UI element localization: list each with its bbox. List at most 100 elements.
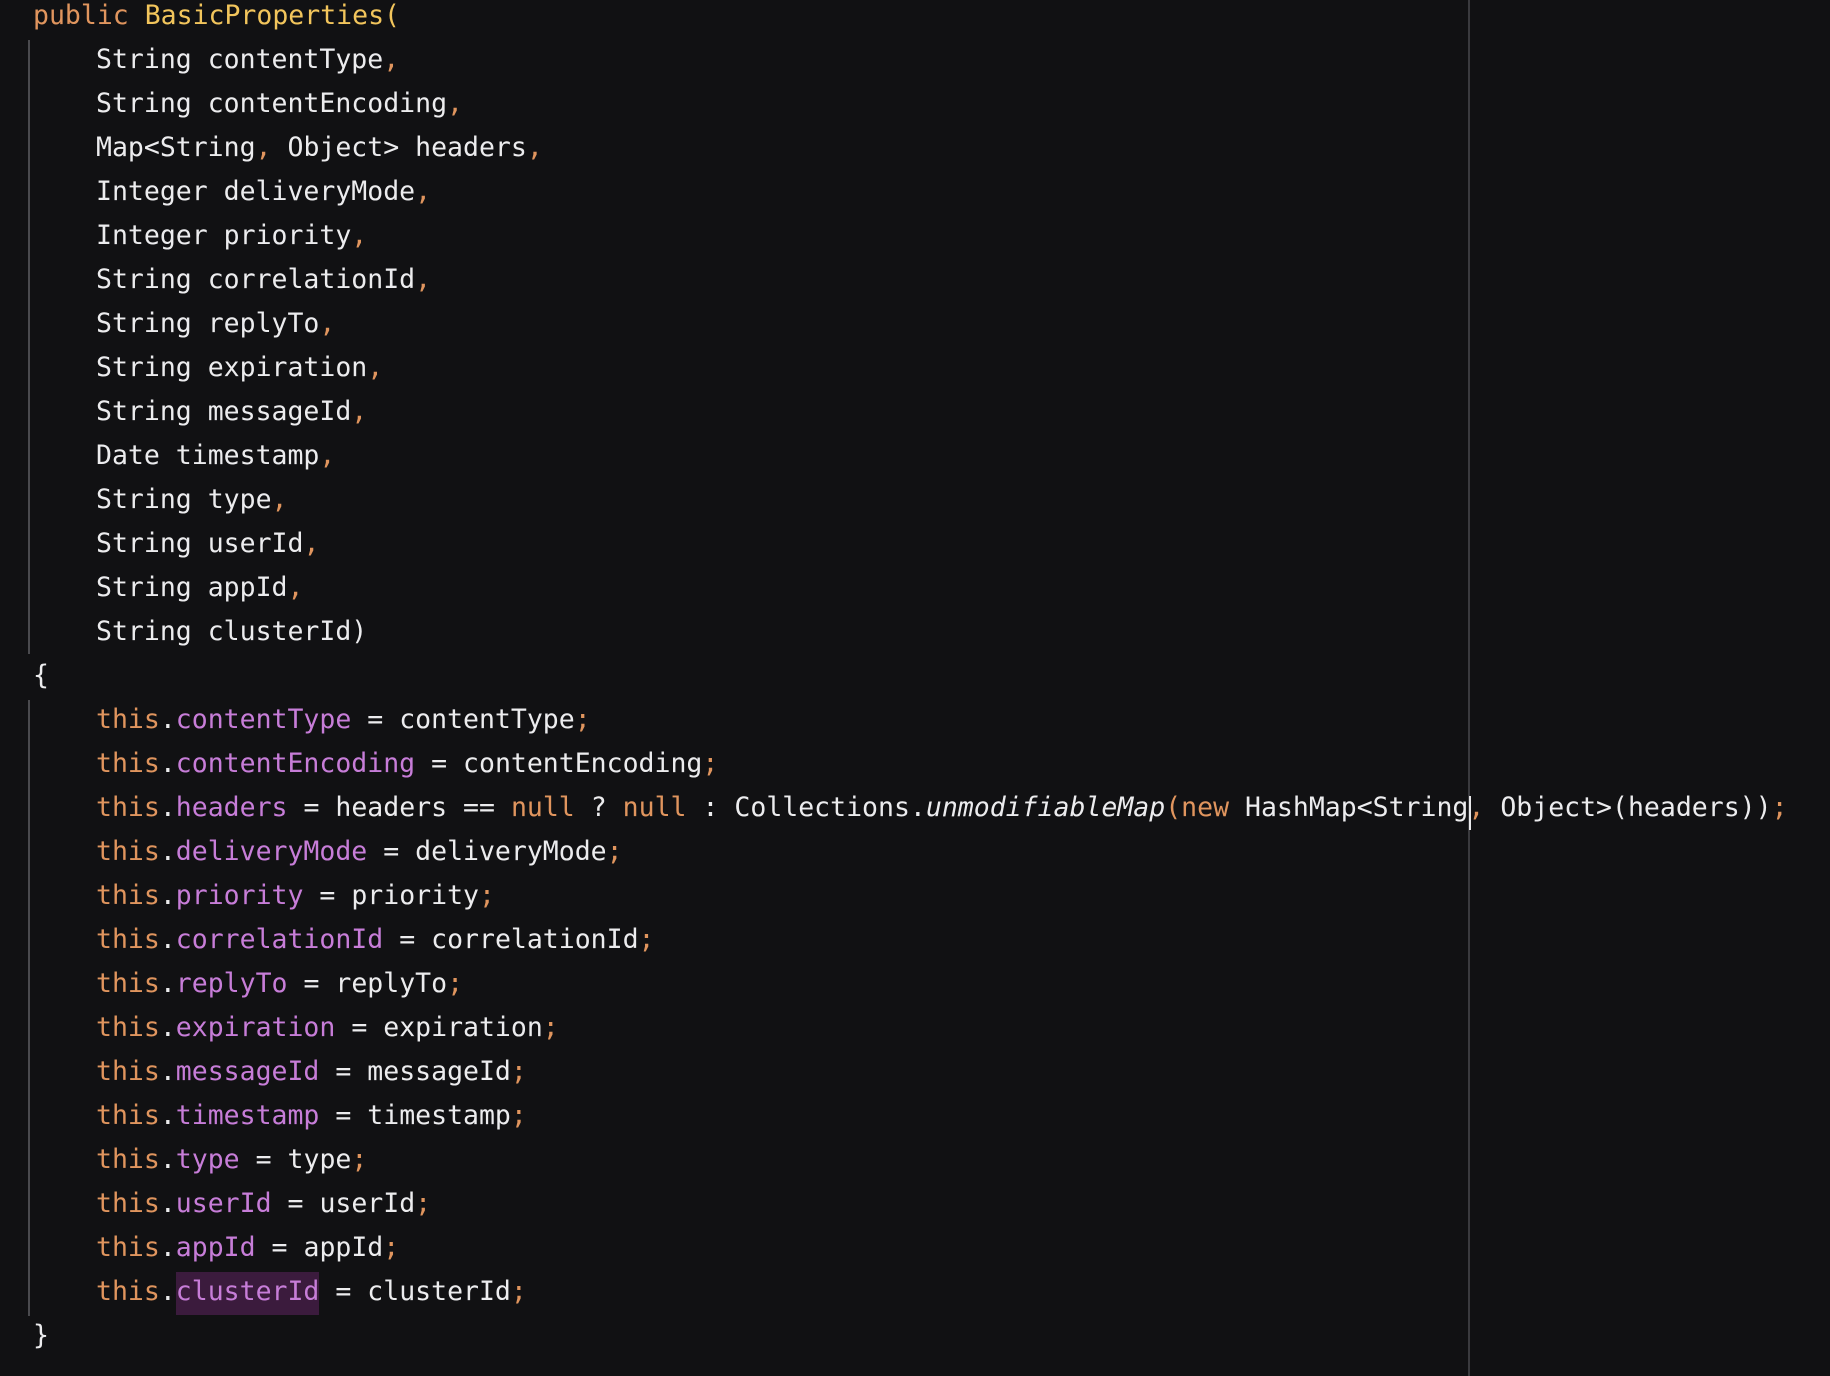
code-line-assignment[interactable]: this.type = type; (33, 1138, 367, 1182)
param-name: deliveryMode (223, 176, 416, 207)
param-type: String (96, 44, 192, 75)
ternary-colon: : (702, 792, 719, 823)
param-name: type (207, 484, 272, 515)
close-paren: ) (351, 616, 368, 647)
param-type: Map<String (96, 132, 256, 163)
code-line-assignment[interactable]: this.messageId = messageId; (33, 1050, 527, 1094)
code-line-param[interactable]: String expiration, (33, 346, 383, 390)
keyword-this: this (96, 704, 160, 735)
param-separator: , (367, 352, 384, 383)
open-paren: ( (1165, 792, 1182, 823)
param-type: String (96, 572, 192, 603)
param-type: String (96, 528, 192, 559)
code-line-param[interactable]: Date timestamp, (33, 434, 335, 478)
code-line-assignment[interactable]: this.userId = userId; (33, 1182, 431, 1226)
code-line-param[interactable]: String replyTo, (33, 302, 335, 346)
dot: . (159, 1012, 176, 1043)
code-line-assignment[interactable]: this.contentType = contentType; (33, 698, 591, 742)
keyword-this: this (96, 836, 160, 867)
assigned-value: deliveryMode (415, 836, 607, 867)
semicolon: ; (510, 1276, 527, 1307)
keyword-null: null (622, 792, 687, 823)
semicolon: ; (606, 836, 623, 867)
param-name: contentEncoding (207, 88, 448, 119)
keyword-this: this (96, 880, 160, 911)
dot: . (159, 1144, 176, 1175)
dot: . (159, 748, 176, 779)
param-type: Integer (96, 220, 208, 251)
close-brace: } (33, 1320, 49, 1351)
param-separator: , (351, 220, 368, 251)
code-line-assignment[interactable]: this.timestamp = timestamp; (33, 1094, 527, 1138)
code-line-assignment-headers[interactable]: this.headers = headers == null ? null : … (33, 786, 1788, 830)
code-line-assignment[interactable]: this.clusterId = clusterId; (33, 1270, 527, 1315)
field-name: contentType (175, 704, 352, 735)
code-line-param[interactable]: String contentEncoding, (33, 82, 463, 126)
field-name: type (175, 1144, 240, 1175)
field-name: correlationId (175, 924, 384, 955)
code-line-assignment[interactable]: this.deliveryMode = deliveryMode; (33, 830, 623, 874)
code-line-close-brace[interactable]: } (33, 1314, 49, 1358)
dot: . (159, 1056, 176, 1087)
code-line-assignment[interactable]: this.expiration = expiration; (33, 1006, 559, 1050)
code-line-assignment[interactable]: this.replyTo = replyTo; (33, 962, 463, 1006)
assigned-value: contentEncoding (463, 748, 703, 779)
param-name: replyTo (207, 308, 320, 339)
keyword-this: this (96, 968, 160, 999)
code-line-param[interactable]: String messageId, (33, 390, 367, 434)
assigned-value: timestamp (367, 1100, 511, 1131)
code-line-param[interactable]: String type, (33, 478, 288, 522)
assigned-value: appId (303, 1232, 384, 1263)
keyword-this: this (96, 792, 160, 823)
code-line-param[interactable]: Map<String, Object> headers, (33, 126, 543, 170)
param-name: timestamp (175, 440, 320, 471)
param-type: String (96, 264, 192, 295)
assigned-value: clusterId (367, 1276, 511, 1307)
code-line-param[interactable]: String contentType, (33, 38, 399, 82)
keyword-this: this (96, 1056, 160, 1087)
code-line-param[interactable]: String userId, (33, 522, 319, 566)
param-separator: , (303, 528, 320, 559)
ternary-question: ? (590, 792, 607, 823)
assigned-value: contentType (399, 704, 575, 735)
dot: . (909, 792, 926, 823)
field-name: expiration (175, 1012, 336, 1043)
open-brace: { (33, 660, 49, 691)
assigned-value: replyTo (335, 968, 448, 999)
dot: . (159, 880, 176, 911)
code-line-assignment[interactable]: this.contentEncoding = contentEncoding; (33, 742, 718, 786)
keyword-this: this (96, 748, 160, 779)
param-separator: , (415, 264, 432, 295)
param-separator: , (526, 132, 543, 163)
assign-operator: = (431, 748, 448, 779)
dot: . (159, 968, 176, 999)
code-line-param[interactable]: String appId, (33, 566, 303, 610)
type-object-call: Object>(headers)) (1500, 792, 1772, 823)
code-line-param[interactable]: Integer deliveryMode, (33, 170, 431, 214)
indent-guide (28, 700, 30, 1316)
assign-operator: = (319, 880, 336, 911)
code-line-signature[interactable]: public BasicProperties( (33, 0, 400, 38)
dot: . (159, 1232, 176, 1263)
param-separator: , (271, 484, 288, 515)
assign-operator: = (255, 1144, 272, 1175)
param-name: clusterId (207, 616, 352, 647)
keyword-this: this (96, 1144, 160, 1175)
semicolon: ; (542, 1012, 559, 1043)
keyword-this: this (96, 1012, 160, 1043)
dot: . (159, 1100, 176, 1131)
keyword-this: this (96, 1232, 160, 1263)
semicolon: ; (478, 880, 495, 911)
code-line-assignment[interactable]: this.appId = appId; (33, 1226, 399, 1270)
param-separator: , (351, 396, 368, 427)
code-line-param[interactable]: Integer priority, (33, 214, 367, 258)
code-line-param[interactable]: String clusterId) (33, 610, 367, 654)
code-line-param[interactable]: String correlationId, (33, 258, 431, 302)
code-line-open-brace[interactable]: { (33, 654, 49, 698)
code-editor[interactable]: public BasicProperties( String contentTy… (0, 0, 1830, 1376)
param-name: expiration (207, 352, 368, 383)
keyword-this: this (96, 1188, 160, 1219)
code-line-assignment[interactable]: this.correlationId = correlationId; (33, 918, 655, 962)
code-line-assignment[interactable]: this.priority = priority; (33, 874, 495, 918)
assign-operator: = (287, 1188, 304, 1219)
